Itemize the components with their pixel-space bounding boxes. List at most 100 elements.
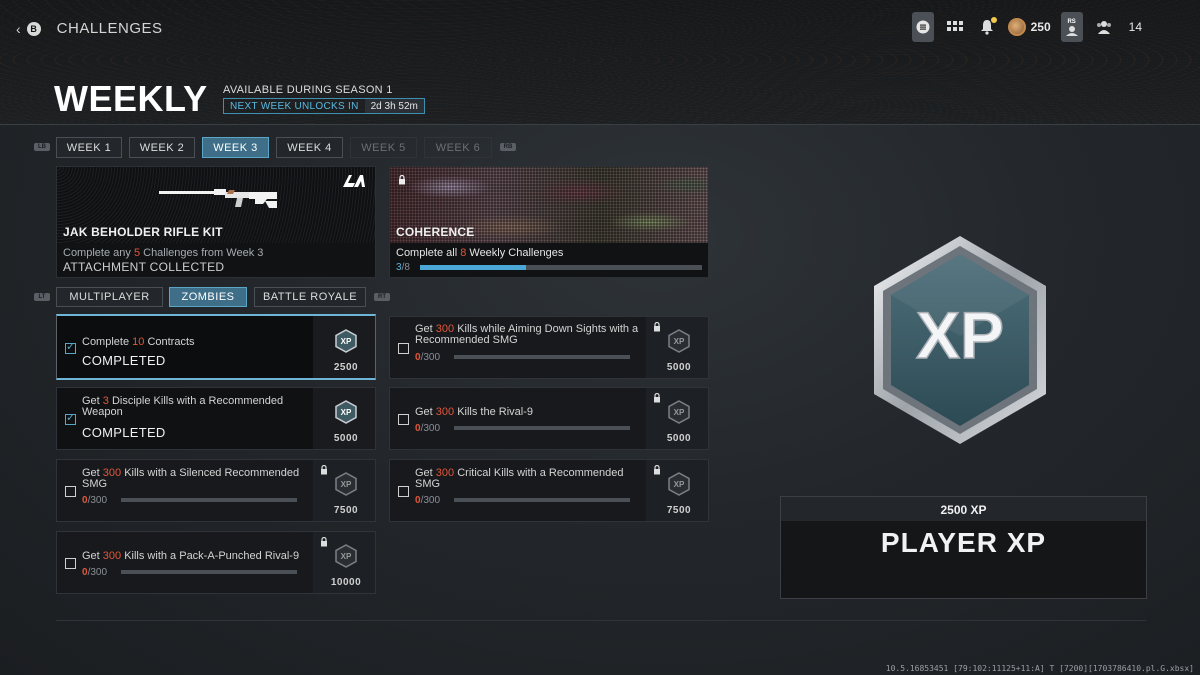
notification-dot bbox=[990, 17, 997, 23]
b-button-icon: B bbox=[26, 21, 41, 36]
currency-amount: 250 bbox=[1030, 20, 1051, 34]
xp-badge-icon: XP bbox=[668, 400, 690, 424]
next-week-time: 2d 3h 52m bbox=[364, 99, 424, 113]
challenge-card[interactable]: Get 300 Kills with a Pack-A-Punched Riva… bbox=[56, 531, 376, 594]
xp-badge-icon: XP bbox=[668, 329, 690, 353]
challenge-title: Complete 10 Contracts bbox=[82, 336, 195, 348]
reward-xp-amount: 2500 XP bbox=[940, 503, 987, 517]
party-button[interactable] bbox=[1093, 16, 1115, 38]
challenge-progress-text: 0/300 bbox=[415, 352, 441, 363]
challenge-card[interactable]: Get 300 Kills while Aiming Down Sights w… bbox=[389, 316, 709, 379]
tab-week-5[interactable]: WEEK 5 bbox=[350, 137, 417, 158]
challenge-xp: 7500 bbox=[666, 505, 692, 516]
svg-text:XP: XP bbox=[341, 408, 352, 417]
party-icon bbox=[1096, 21, 1111, 34]
challenge-card[interactable]: Get 300 Critical Kills with a Recommende… bbox=[389, 459, 709, 522]
profile-button[interactable]: RS bbox=[1060, 12, 1083, 42]
rifle-icon bbox=[159, 189, 277, 208]
xp-badge-icon: XP bbox=[668, 472, 690, 496]
currency-display: 250 bbox=[1007, 18, 1051, 36]
camo-progress-fill bbox=[420, 265, 526, 270]
challenge-progress-text: 0/300 bbox=[415, 423, 441, 434]
page-title: WEEKLY bbox=[54, 78, 208, 119]
jak-brand-icon bbox=[343, 175, 365, 190]
reward-name: PLAYER XP bbox=[880, 527, 1047, 558]
challenge-title: Get 300 Kills the Rival-9 bbox=[415, 406, 534, 418]
menu-icon bbox=[916, 20, 930, 34]
challenge-xp: 2500 bbox=[333, 362, 359, 373]
next-week-timer: NEXT WEEK UNLOCKS IN 2d 3h 52m bbox=[223, 98, 425, 114]
checkmark-icon: ✓ bbox=[66, 412, 76, 424]
tab-week-2[interactable]: WEEK 2 bbox=[129, 137, 195, 158]
tab-multiplayer[interactable]: MULTIPLAYER bbox=[56, 287, 163, 307]
challenge-card[interactable]: ✓ Get 3 Disciple Kills with a Recommende… bbox=[56, 387, 376, 450]
lock-icon bbox=[654, 393, 660, 403]
challenge-checkbox: ✓ bbox=[65, 341, 76, 354]
challenge-xp: 5000 bbox=[666, 362, 692, 373]
challenge-checkbox: ✓ bbox=[65, 412, 76, 425]
back-button[interactable]: ‹ B CHALLENGES bbox=[16, 20, 163, 37]
notifications-button[interactable] bbox=[976, 16, 998, 38]
svg-text:XP: XP bbox=[341, 337, 352, 346]
kit-title: JAK BEHOLDER RIFLE KIT bbox=[63, 225, 223, 239]
challenge-progress-bar bbox=[454, 355, 630, 359]
svg-text:XP: XP bbox=[341, 552, 352, 561]
challenge-title: Get 300 Kills with a Pack-A-Punched Riva… bbox=[82, 550, 300, 562]
top-status-bar: 250 RS 14 bbox=[911, 12, 1142, 42]
reward-card-kit[interactable]: JAK BEHOLDER RIFLE KIT Complete any 5 Ch… bbox=[56, 166, 376, 278]
tab-week-4[interactable]: WEEK 4 bbox=[276, 137, 343, 158]
xp-badge-icon: XP bbox=[335, 400, 357, 424]
reward-details-panel: 2500 XP PLAYER XP bbox=[780, 496, 1147, 599]
challenge-card[interactable]: Get 300 Kills with a Silenced Recommende… bbox=[56, 459, 376, 522]
xp-badge-icon: XP bbox=[335, 329, 357, 353]
challenge-title: Get 3 Disciple Kills with a Recommended … bbox=[82, 395, 284, 418]
tab-week-6[interactable]: WEEK 6 bbox=[424, 137, 492, 158]
challenge-title: Get 300 Kills while Aiming Down Sights w… bbox=[415, 323, 639, 346]
tab-battle-royale[interactable]: BATTLE ROYALE bbox=[254, 287, 366, 307]
camo-title: COHERENCE bbox=[396, 225, 475, 239]
menu-button[interactable] bbox=[911, 12, 934, 42]
challenge-title: Get 300 Kills with a Silenced Recommende… bbox=[82, 467, 300, 490]
lock-icon bbox=[654, 465, 660, 475]
xp-badge-icon: XP bbox=[335, 472, 357, 496]
lt-trigger-icon: LT bbox=[34, 293, 50, 301]
challenge-progress-text: 0/300 bbox=[82, 567, 108, 578]
camo-progress-bar bbox=[420, 265, 702, 270]
badge-text: XP bbox=[916, 298, 1004, 372]
player-xp-badge-icon: XP bbox=[874, 236, 1046, 444]
camo-progress-text: 3/8 bbox=[396, 262, 410, 273]
challenge-checkbox bbox=[65, 558, 76, 569]
chevron-left-icon: ‹ bbox=[16, 20, 21, 37]
level-number: 14 bbox=[1128, 20, 1142, 34]
footer-divider bbox=[56, 620, 1146, 621]
challenge-xp: 7500 bbox=[333, 505, 359, 516]
challenge-checkbox bbox=[65, 486, 76, 497]
lb-bumper-icon: LB bbox=[34, 143, 50, 151]
build-string: 10.5.16853451 [79:102:11125+11:A] T [720… bbox=[885, 664, 1194, 673]
lock-icon bbox=[399, 175, 405, 185]
kit-status: ATTACHMENT COLLECTED bbox=[63, 260, 225, 274]
tab-zombies[interactable]: ZOMBIES bbox=[169, 287, 247, 307]
challenge-checkbox bbox=[398, 486, 409, 497]
grid-button[interactable] bbox=[944, 16, 966, 38]
tab-week-3[interactable]: WEEK 3 bbox=[202, 137, 269, 158]
profile-icon bbox=[1065, 25, 1078, 36]
challenge-checkbox bbox=[398, 414, 409, 425]
rb-bumper-icon: RB bbox=[500, 143, 516, 151]
lock-icon bbox=[321, 537, 327, 547]
challenge-xp: 5000 bbox=[333, 433, 359, 444]
coin-icon bbox=[1007, 18, 1026, 36]
next-week-label: NEXT WEEK UNLOCKS IN bbox=[230, 100, 359, 112]
profile-badge: RS bbox=[1067, 18, 1076, 25]
challenge-status: COMPLETED bbox=[82, 425, 166, 440]
lock-icon bbox=[321, 465, 327, 475]
challenge-card[interactable]: Get 300 Kills the Rival-9 0/300 XP 5000 bbox=[389, 387, 709, 450]
reward-card-camo[interactable]: COHERENCE Complete all 8 Weekly Challeng… bbox=[389, 166, 709, 278]
challenge-card[interactable]: ✓ Complete 10 Contracts COMPLETED XP 250… bbox=[56, 314, 376, 380]
challenge-progress-bar bbox=[121, 570, 297, 574]
lock-icon bbox=[654, 322, 660, 332]
challenge-xp: 5000 bbox=[666, 433, 692, 444]
challenge-title: Get 300 Critical Kills with a Recommende… bbox=[415, 467, 624, 490]
availability-text: AVAILABLE DURING SEASON 1 bbox=[223, 84, 393, 96]
tab-week-1[interactable]: WEEK 1 bbox=[56, 137, 122, 158]
